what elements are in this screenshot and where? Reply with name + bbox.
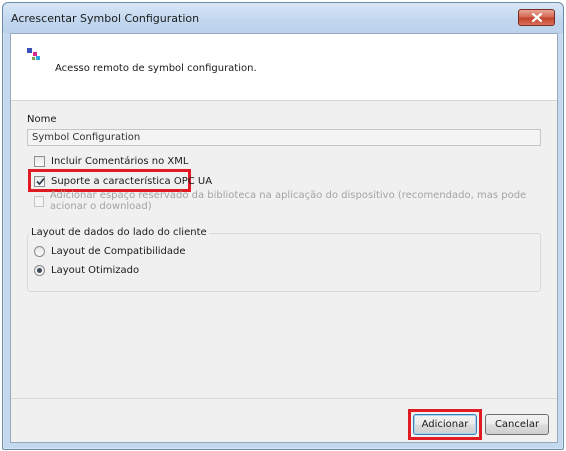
name-field[interactable]: Symbol Configuration — [27, 129, 541, 146]
compatibility-layout-label: Layout de Compatibilidade — [51, 245, 186, 257]
checkbox-row-opcua[interactable]: Suporte a característica OPC UA — [34, 173, 212, 189]
name-label: Nome — [27, 114, 57, 125]
dialog-content: Acesso remoto de symbol configuration. N… — [10, 33, 558, 443]
symbol-configuration-icon — [27, 48, 40, 60]
close-button[interactable] — [518, 9, 555, 26]
library-placeholder-label: Adicionar espaço reservado da biblioteca… — [49, 190, 527, 212]
layout-group-label: Layout de dados do lado do cliente — [29, 227, 209, 238]
title-bar[interactable]: Acrescentar Symbol Configuration — [3, 3, 563, 33]
opc-ua-checkbox[interactable] — [34, 175, 45, 187]
close-icon — [532, 13, 542, 22]
include-comments-checkbox[interactable] — [34, 155, 45, 167]
opc-ua-label: Suporte a característica OPC UA — [51, 175, 213, 187]
library-placeholder-checkbox — [34, 195, 44, 207]
radio-row-compat[interactable]: Layout de Compatibilidade — [34, 243, 186, 259]
dialog-window: Acrescentar Symbol Configuration Acesso … — [2, 2, 564, 450]
checkbox-row-library: Adicionar espaço reservado da biblioteca… — [34, 190, 557, 212]
optimized-layout-label: Layout Otimizado — [51, 264, 140, 276]
checkmark-icon — [36, 177, 45, 185]
radio-row-optimized[interactable]: Layout Otimizado — [34, 262, 139, 278]
compatibility-layout-radio[interactable] — [34, 245, 45, 257]
optimized-layout-radio[interactable] — [34, 264, 45, 276]
checkbox-row-comments[interactable]: Incluir Comentários no XML — [34, 153, 188, 169]
add-button[interactable]: Adicionar — [413, 414, 477, 435]
window-title: Acrescentar Symbol Configuration — [11, 12, 200, 25]
include-comments-label: Incluir Comentários no XML — [51, 155, 189, 167]
cancel-button[interactable]: Cancelar — [485, 414, 549, 435]
dialog-header: Acesso remoto de symbol configuration. — [11, 34, 557, 101]
dialog-description: Acesso remoto de symbol configuration. — [55, 63, 257, 74]
footer-divider — [11, 398, 557, 399]
